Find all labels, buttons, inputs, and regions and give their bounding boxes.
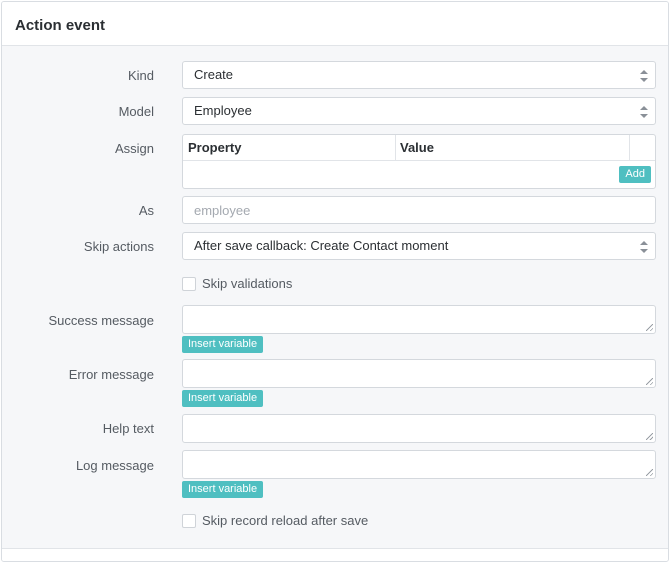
success-insert-variable-button[interactable]: Insert variable bbox=[182, 336, 264, 353]
error-insert-variable-button[interactable]: Insert variable bbox=[182, 390, 264, 407]
model-label: Model bbox=[118, 104, 154, 119]
help-text-textarea[interactable] bbox=[182, 414, 656, 443]
log-message-textarea[interactable] bbox=[182, 450, 656, 479]
resize-grip-icon[interactable] bbox=[646, 433, 653, 440]
up-down-arrows-icon bbox=[640, 106, 648, 118]
up-down-arrows-icon bbox=[640, 70, 648, 82]
resize-grip-icon[interactable] bbox=[646, 469, 653, 476]
log-insert-variable-button[interactable]: Insert variable bbox=[182, 481, 264, 498]
success-message-textarea[interactable] bbox=[182, 305, 656, 334]
panel-title: Action event bbox=[15, 17, 106, 34]
resize-grip-icon[interactable] bbox=[646, 378, 653, 385]
assign-table-header: Property Value bbox=[183, 135, 655, 161]
skip-actions-select[interactable]: After save callback: Create Contact mome… bbox=[182, 232, 656, 260]
add-assignment-button[interactable]: Add bbox=[619, 166, 651, 183]
help-text-label: Help text bbox=[102, 421, 154, 436]
resize-grip-icon[interactable] bbox=[646, 324, 653, 331]
error-message-textarea[interactable] bbox=[182, 359, 656, 388]
panel-header: Action event bbox=[2, 2, 668, 46]
column-divider bbox=[629, 135, 630, 161]
skip-record-reload-checkbox[interactable] bbox=[182, 514, 196, 528]
model-select-value: Employee bbox=[194, 103, 252, 118]
assign-label: Assign bbox=[114, 141, 154, 156]
skip-actions-label: Skip actions bbox=[83, 239, 154, 254]
as-input[interactable] bbox=[182, 196, 656, 224]
skip-validations-label: Skip validations bbox=[202, 276, 293, 291]
kind-select-value: Create bbox=[194, 67, 234, 82]
skip-validations-checkbox[interactable] bbox=[182, 277, 196, 291]
model-select[interactable]: Employee bbox=[182, 97, 656, 125]
kind-select[interactable]: Create bbox=[182, 61, 656, 89]
skip-actions-select-value: After save callback: Create Contact mome… bbox=[194, 238, 449, 253]
success-message-label: Success message bbox=[48, 313, 155, 328]
skip-record-reload-label: Skip record reload after save bbox=[202, 513, 369, 528]
kind-label: Kind bbox=[127, 68, 154, 83]
error-message-label: Error message bbox=[68, 367, 154, 382]
panel-footer bbox=[2, 548, 668, 561]
assign-table: Property Value Add bbox=[182, 134, 656, 189]
column-divider bbox=[395, 135, 396, 161]
as-label: As bbox=[138, 203, 154, 218]
column-header-property: Property bbox=[188, 140, 242, 155]
column-header-value: Value bbox=[400, 140, 434, 155]
up-down-arrows-icon bbox=[640, 241, 648, 253]
log-message-label: Log message bbox=[75, 458, 154, 473]
action-event-panel: Action event Kind Create Model Employee … bbox=[1, 1, 669, 562]
